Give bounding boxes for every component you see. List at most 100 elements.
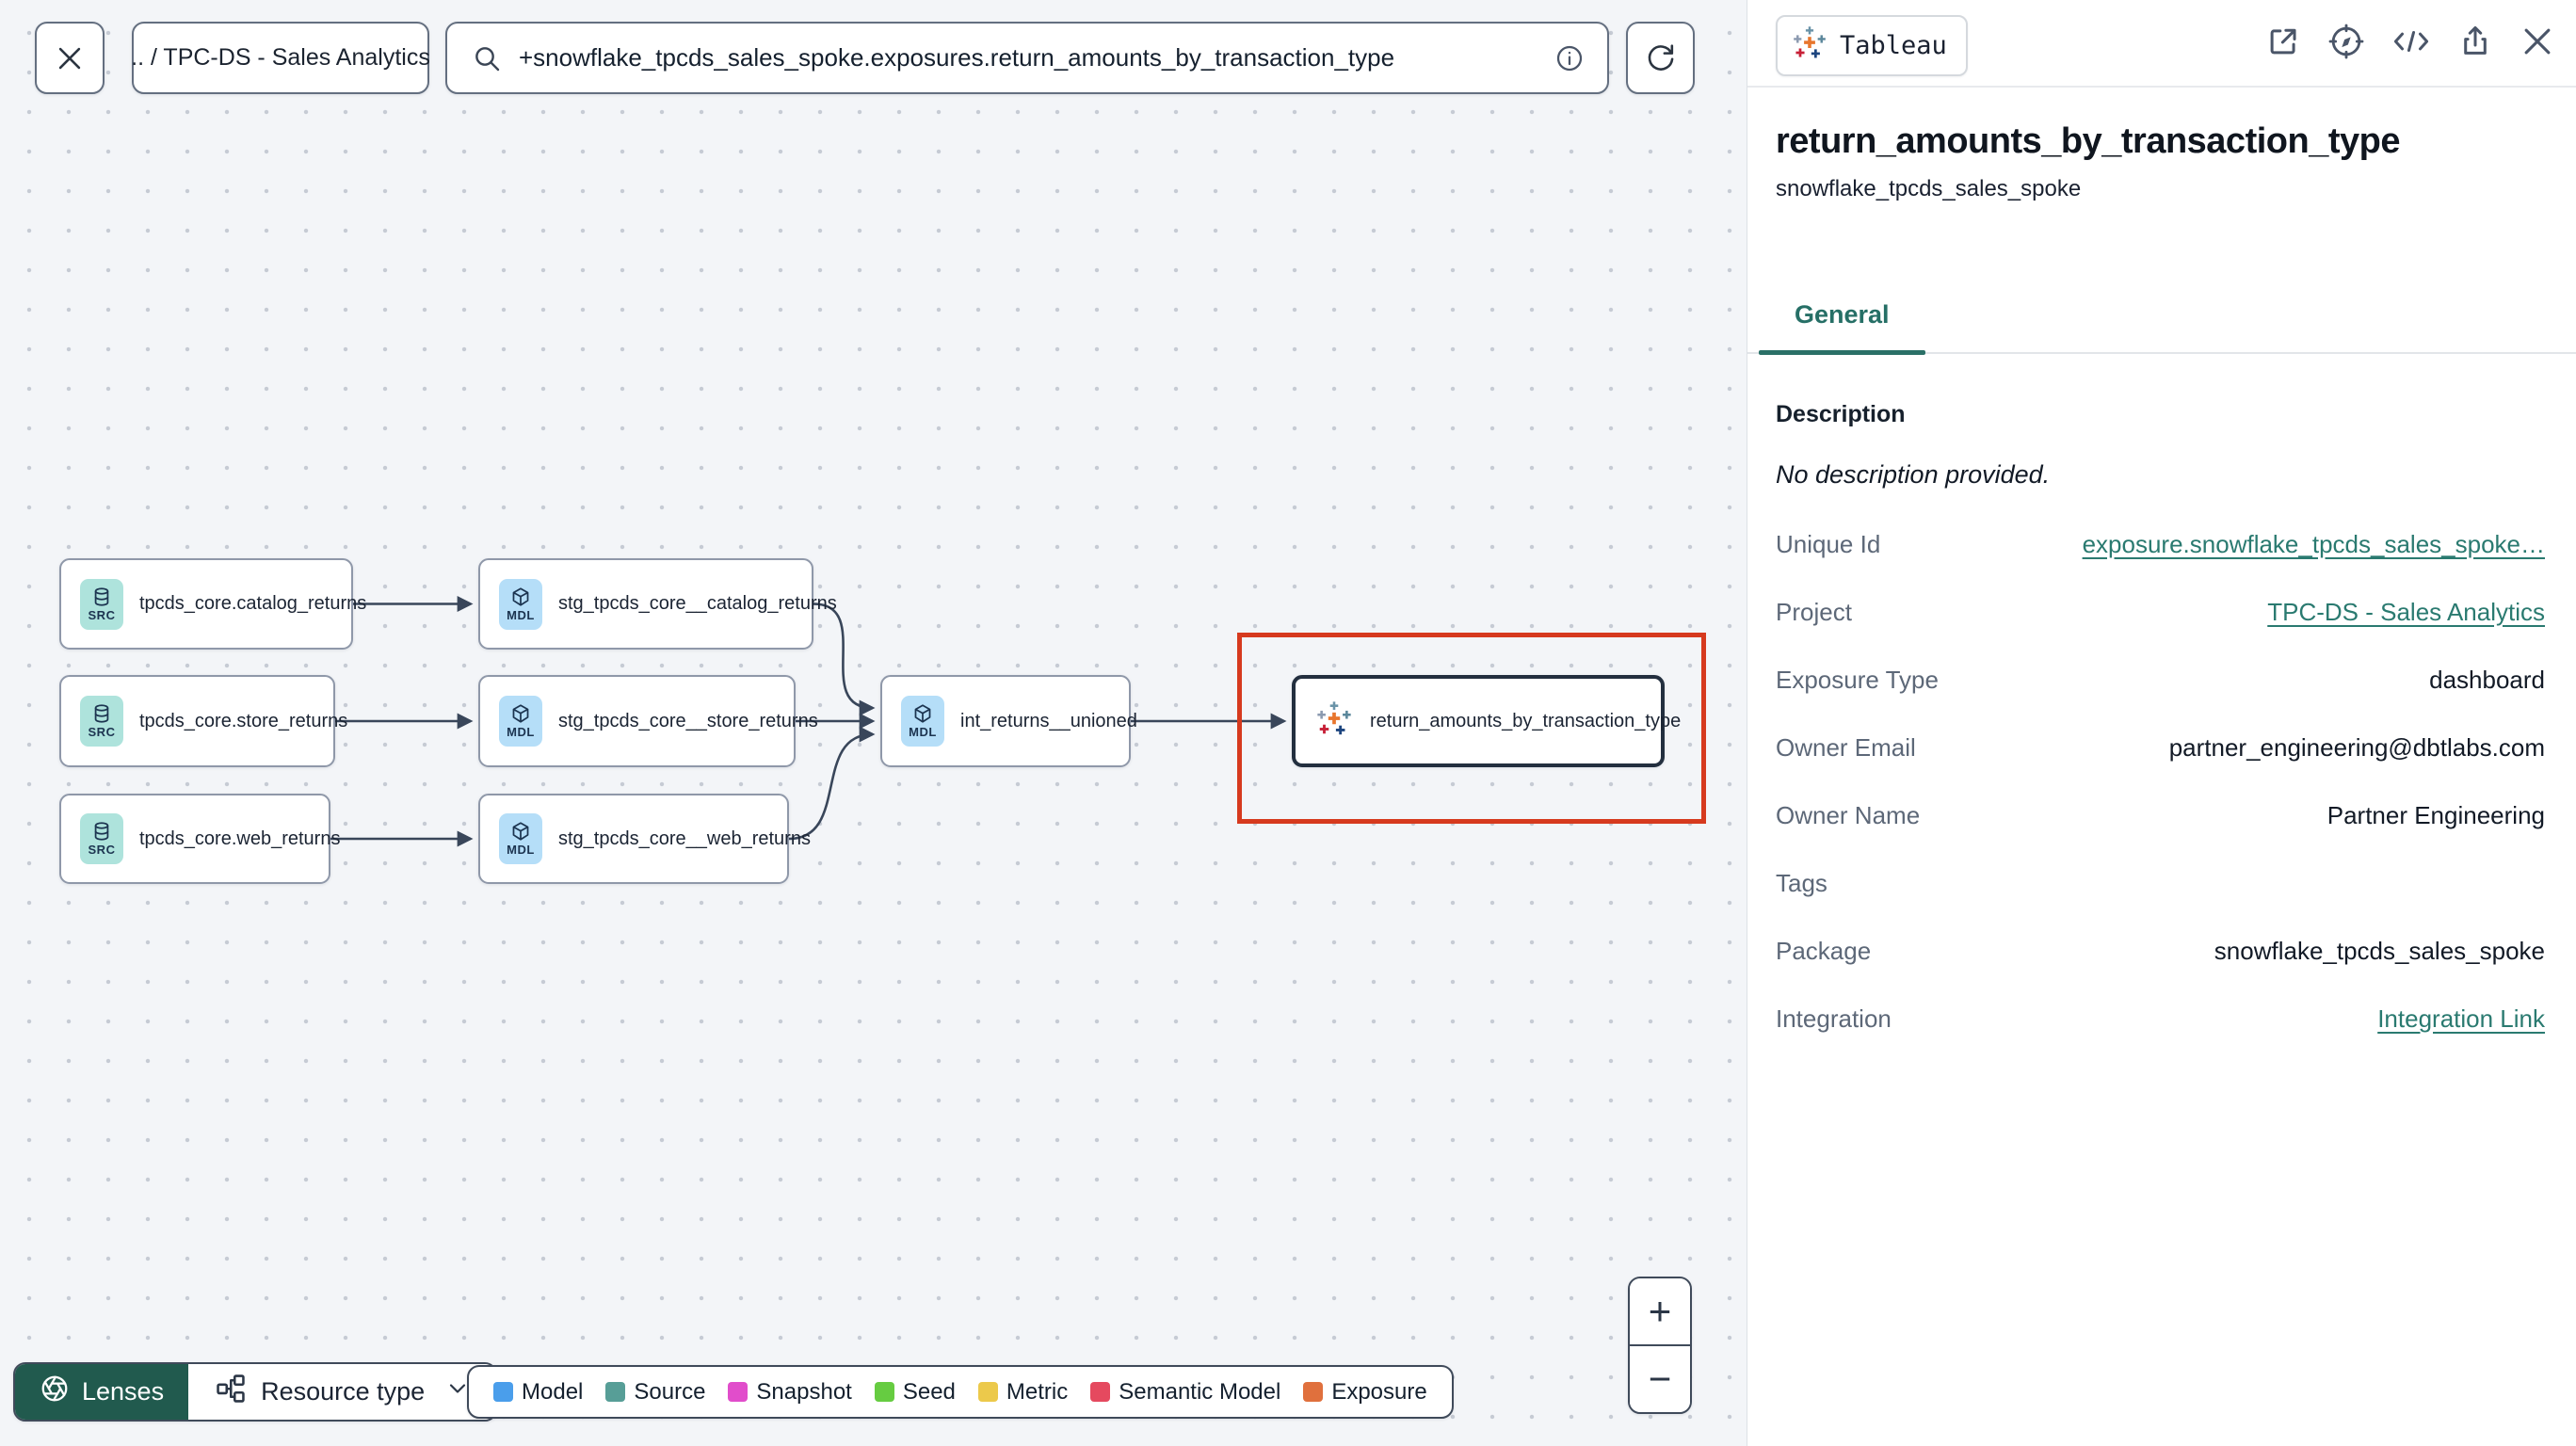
resource-type-icon: [215, 1373, 247, 1411]
legend-label: Metric: [1006, 1378, 1069, 1405]
close-icon: [54, 42, 86, 74]
detail-row-package: Package snowflake_tpcds_sales_spoke: [1776, 917, 2545, 985]
graph-node-stg_web[interactable]: MDL stg_tpcds_core__web_returns: [478, 794, 811, 884]
share-icon[interactable]: [2457, 24, 2493, 59]
tab-general[interactable]: General: [1759, 300, 1925, 355]
graph-node-stg_store[interactable]: MDL stg_tpcds_core__store_returns: [478, 675, 818, 767]
resource-type-dropdown[interactable]: Resource type: [188, 1364, 496, 1420]
legend-item-exposure: Exposure: [1303, 1379, 1427, 1406]
tableau-logo-icon: [1791, 24, 1828, 67]
node-label: tpcds_core.web_returns: [139, 827, 341, 849]
legend-label: Semantic Model: [1119, 1378, 1281, 1405]
detail-row-project: Project TPC-DS - Sales Analytics: [1776, 578, 2545, 646]
legend-swatch: [493, 1382, 513, 1402]
lineage-canvas[interactable]: SRC tpcds_core.catalog_returns SRC tpcds_c…: [0, 0, 1747, 1446]
model-badge-icon: MDL: [499, 696, 542, 747]
graph-node-exposure[interactable]: return_amounts_by_transaction_type: [1292, 675, 1681, 767]
detail-label: Owner Name: [1776, 800, 1921, 829]
lenses-button[interactable]: Lenses: [15, 1364, 189, 1420]
legend-swatch: [1090, 1382, 1111, 1402]
legend-item-metric: Metric: [977, 1378, 1069, 1406]
close-panel-icon[interactable]: [2520, 24, 2555, 59]
graph-node-src_store[interactable]: SRC tpcds_core.store_returns: [59, 675, 347, 767]
model-badge-icon: MDL: [901, 696, 944, 747]
node-label: return_amounts_by_transaction_type: [1370, 710, 1682, 731]
source-badge-icon: SRC: [80, 578, 123, 630]
detail-label: Package: [1776, 936, 1872, 965]
code-icon[interactable]: [2391, 24, 2431, 59]
tableau-logo-icon: [1314, 699, 1354, 744]
model-badge-icon: MDL: [499, 578, 542, 630]
explore-compass-icon[interactable]: [2327, 23, 2365, 60]
panel-actions: [2265, 15, 2555, 60]
legend-label: Source: [634, 1378, 706, 1405]
aperture-icon: [40, 1374, 70, 1410]
lineage-edge: [788, 726, 876, 841]
search-input[interactable]: [519, 43, 1554, 72]
detail-value: Partner Engineering: [2326, 800, 2545, 829]
node-label: tpcds_core.store_returns: [139, 710, 348, 731]
detail-row-owner-name: Owner Name Partner Engineering: [1776, 781, 2545, 849]
node-label: int_returns__unioned: [960, 710, 1137, 731]
graph-node-int_unioned[interactable]: MDL int_returns__unioned: [880, 675, 1137, 767]
legend-item-semantic-model: Semantic Model: [1090, 1379, 1280, 1406]
node-label: stg_tpcds_core__store_returns: [558, 710, 818, 731]
package-subtitle: snowflake_tpcds_sales_spoke: [1776, 176, 2082, 201]
node-label: tpcds_core.catalog_returns: [139, 593, 367, 614]
info-icon[interactable]: [1554, 43, 1585, 73]
legend-item-snapshot: Snapshot: [728, 1378, 852, 1406]
legend-label: Model: [522, 1378, 584, 1405]
detail-label: Owner Email: [1776, 732, 1916, 762]
legend-swatch: [874, 1382, 894, 1402]
legend-label: Snapshot: [756, 1378, 852, 1405]
detail-row-exposure-type: Exposure Type dashboard: [1776, 646, 2545, 714]
detail-link[interactable]: TPC-DS - Sales Analytics: [2267, 598, 2545, 626]
panel-header: Tableau: [1747, 0, 2576, 88]
close-lineage-button[interactable]: [35, 22, 105, 94]
node-label: stg_tpcds_core__catalog_returns: [558, 593, 837, 614]
detail-value: partner_engineering@dbtlabs.com: [2168, 732, 2545, 762]
details-list: Unique Id exposure.snowflake_tpcds_sales_…: [1776, 510, 2545, 1052]
search-icon: [472, 43, 502, 73]
lineage-search: [445, 22, 1609, 94]
integration-badge-label: Tableau: [1840, 31, 1947, 60]
detail-link[interactable]: exposure.snowflake_tpcds_sales_spoke…: [2083, 530, 2545, 558]
graph-node-src_web[interactable]: SRC tpcds_core.web_returns: [59, 794, 340, 884]
legend-label: Seed: [902, 1378, 956, 1405]
legend-swatch: [977, 1382, 998, 1402]
detail-label: Unique Id: [1776, 529, 1881, 558]
breadcrumb[interactable]: .. / TPC-DS - Sales Analytics: [131, 22, 430, 94]
dbt-explorer-app: SRC tpcds_core.catalog_returns SRC tpcds_c…: [0, 0, 2576, 1446]
detail-label: Project: [1776, 597, 1852, 626]
lenses-label: Lenses: [82, 1377, 165, 1406]
graph-node-stg_catalog[interactable]: MDL stg_tpcds_core__catalog_returns: [478, 558, 837, 650]
integration-badge: Tableau: [1776, 15, 1968, 76]
chevron-down-icon: [446, 1377, 469, 1406]
graph-node-src_catalog[interactable]: SRC tpcds_core.catalog_returns: [59, 558, 366, 650]
zoom-in-button[interactable]: +: [1630, 1278, 1690, 1346]
detail-label: Tags: [1776, 868, 1827, 897]
node-label: stg_tpcds_core__web_returns: [558, 827, 811, 849]
refresh-button[interactable]: [1626, 22, 1695, 94]
tab-bar: General: [1747, 300, 2576, 355]
zoom-out-button[interactable]: −: [1630, 1346, 1690, 1412]
detail-row-integration: Integration Integration Link: [1776, 985, 2545, 1052]
detail-value: exposure.snowflake_tpcds_sales_spoke…: [2083, 530, 2545, 559]
source-badge-icon: SRC: [80, 813, 123, 864]
legend-swatch: [605, 1382, 626, 1402]
resource-type-legend: Model Source Snapshot Seed Metric Semantic Mo…: [467, 1365, 1454, 1419]
panel-body: Description No description provided. Uni…: [1747, 401, 2576, 1052]
legend-item-source: Source: [605, 1379, 705, 1406]
source-badge-icon: SRC: [80, 696, 123, 747]
detail-link[interactable]: Integration Link: [2377, 1004, 2545, 1033]
legend-item-seed: Seed: [874, 1378, 956, 1406]
detail-row-unique-id: Unique Id exposure.snowflake_tpcds_sales_…: [1776, 510, 2545, 578]
detail-row-tags: Tags: [1776, 849, 2545, 917]
lineage-edge: [813, 602, 876, 716]
open-external-link-icon[interactable]: [2265, 24, 2301, 59]
resource-type-label: Resource type: [261, 1377, 426, 1406]
legend-swatch: [728, 1382, 749, 1402]
detail-value: TPC-DS - Sales Analytics: [2267, 598, 2545, 627]
detail-value: snowflake_tpcds_sales_spoke: [2214, 936, 2545, 965]
page-title: return_amounts_by_transaction_type: [1776, 121, 2400, 161]
